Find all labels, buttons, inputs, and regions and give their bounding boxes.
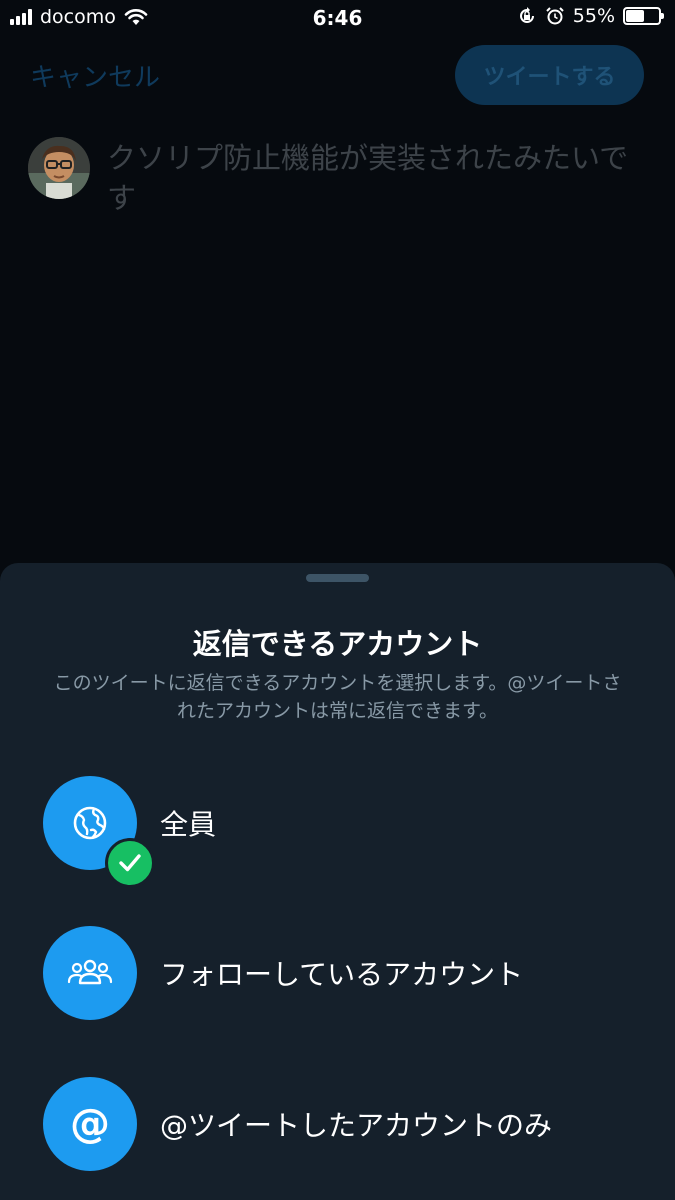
option-icon-circle: @ xyxy=(43,1077,137,1171)
sheet-title: 返信できるアカウント xyxy=(192,627,483,661)
option-icon-circle xyxy=(43,776,155,888)
tweet-button[interactable]: ツイートする xyxy=(455,45,644,105)
compose-screen: docomo 6:46 55% キャンセル ツイートする クソリプ防止機能が実装… xyxy=(0,0,675,1200)
cancel-button[interactable]: キャンセル xyxy=(30,57,160,94)
status-bar: docomo 6:46 55% xyxy=(0,0,675,38)
option-label: 全員 xyxy=(160,808,217,841)
battery-percent: 55% xyxy=(572,5,615,27)
avatar[interactable] xyxy=(28,137,90,199)
option-icon-circle xyxy=(43,926,137,1020)
reply-option-everyone[interactable]: 全員 xyxy=(43,776,643,888)
people-icon xyxy=(67,959,113,985)
reply-option-following[interactable]: フォローしているアカウント xyxy=(43,926,643,1020)
option-label: フォローしているアカウント xyxy=(160,958,524,991)
selected-check-badge xyxy=(105,838,155,888)
checkmark-icon xyxy=(119,854,141,872)
tweet-draft-text[interactable]: クソリプ防止機能が実装されたみたいです xyxy=(107,138,637,218)
sheet-description: このツイートに返信できるアカウントを選択します。@ツイートされたアカウントは常に… xyxy=(53,672,622,722)
alarm-icon xyxy=(546,7,564,25)
reply-option-mentioned[interactable]: @ @ツイートしたアカウントのみ xyxy=(43,1077,643,1171)
status-right: 55% xyxy=(517,5,664,27)
reply-settings-sheet: 返信できるアカウント このツイートに返信できるアカウントを選択します。@ツイート… xyxy=(0,563,675,1200)
at-icon: @ xyxy=(70,1101,110,1147)
battery-icon xyxy=(623,7,664,25)
avatar-image xyxy=(28,137,90,199)
option-label: @ツイートしたアカウントのみ xyxy=(160,1109,553,1142)
battery-cap xyxy=(661,13,664,19)
globe-icon xyxy=(73,806,107,840)
battery-level xyxy=(626,10,644,22)
orientation-lock-icon xyxy=(519,7,534,23)
sheet-grabber[interactable] xyxy=(306,574,369,582)
